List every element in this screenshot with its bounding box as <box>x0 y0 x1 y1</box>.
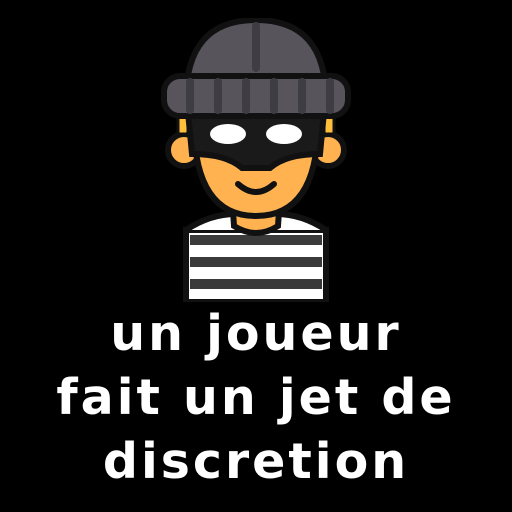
beanie <box>161 18 351 119</box>
thief-icon <box>161 18 351 302</box>
left-eye <box>210 124 246 144</box>
meme-canvas: un joueur fait un jet de discretion <box>0 0 512 512</box>
caption-line-2: fait un jet de <box>56 369 456 426</box>
right-eye <box>266 124 302 144</box>
caption-line-1: un joueur <box>110 305 402 362</box>
caption-line-3: discretion <box>102 433 410 490</box>
meme-caption: un joueur fait un jet de discretion <box>0 302 512 502</box>
